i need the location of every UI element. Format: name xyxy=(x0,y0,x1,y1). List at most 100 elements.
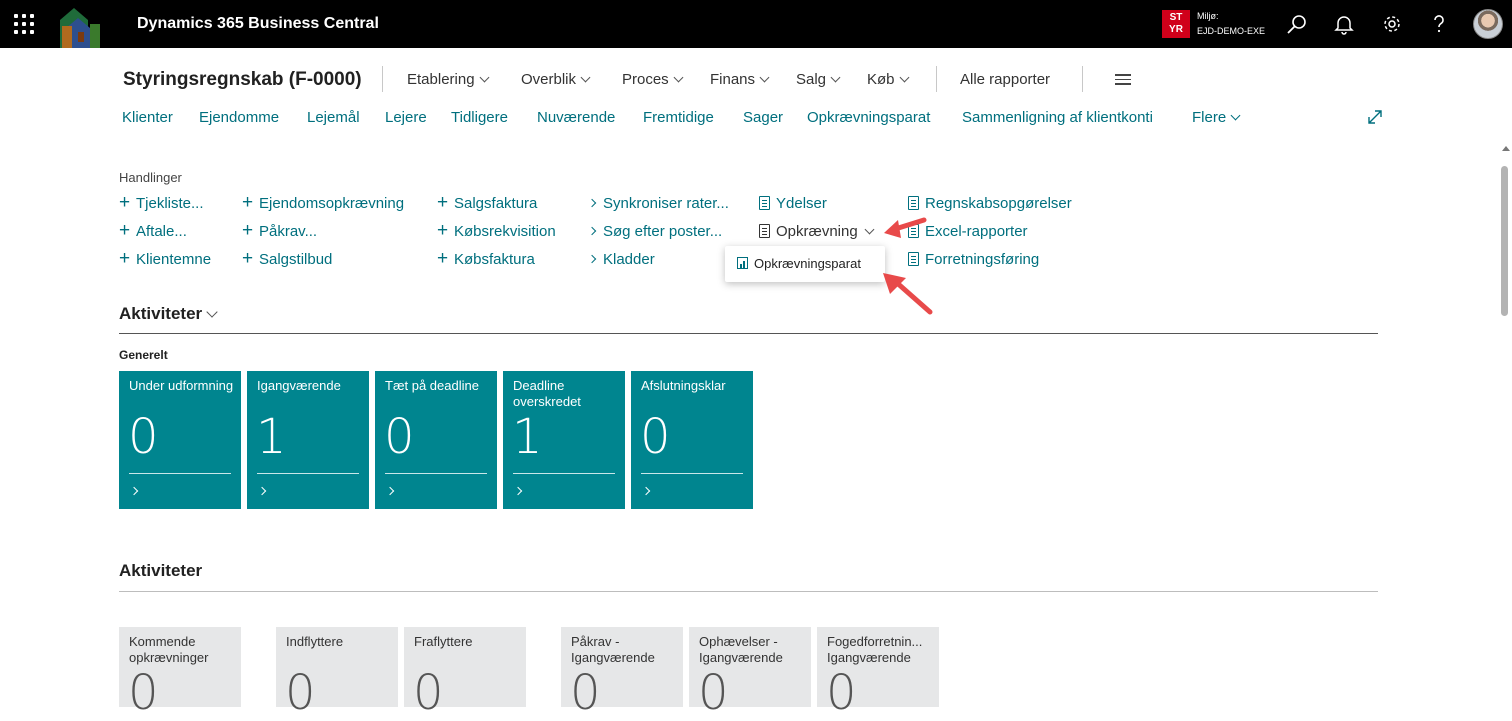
environment-name: EJD-DEMO-EXE xyxy=(1197,26,1266,36)
activities-heading[interactable]: Aktiviteter xyxy=(119,304,218,324)
activities-heading-2: Aktiviteter xyxy=(119,561,203,580)
action-forretningsfoering[interactable]: Forretningsføring xyxy=(908,251,1039,268)
cue-fogedforretninger-igangvaerende[interactable]: Fogedforretnin... Igangværende 0 xyxy=(817,627,939,721)
cue-value: 0 xyxy=(640,409,671,465)
dropdown-item-opkraevningsparat[interactable]: Opkrævningsparat xyxy=(737,256,861,271)
cue-igangvaerende[interactable]: Igangværende 1 xyxy=(247,371,369,509)
cue-title: Påkrav - Igangværende xyxy=(571,634,655,665)
menu-koeb[interactable]: Køb xyxy=(867,71,909,88)
environment-badge[interactable]: ST YR xyxy=(1162,10,1190,38)
cue-under-udformning[interactable]: Under udformning 0 xyxy=(119,371,241,509)
menu-all-reports[interactable]: Alle rapporter xyxy=(960,71,1050,88)
cue-title: Fraflyttere xyxy=(414,634,473,649)
action-soeg-efter-poster[interactable]: Søg efter poster... xyxy=(586,223,722,240)
hamburger-menu-icon[interactable] xyxy=(1115,74,1131,85)
gear-icon[interactable] xyxy=(1380,12,1404,36)
nav-link-lejemaal[interactable]: Lejemål xyxy=(307,109,360,126)
scroll-up-icon[interactable] xyxy=(1502,146,1510,151)
cue-taet-paa-deadline[interactable]: Tæt på deadline 0 xyxy=(375,371,497,509)
role-center-page: Styringsregnskab (F-0000) Etablering Ove… xyxy=(0,48,1512,721)
nav-link-sammenligning[interactable]: Sammenligning af klientkonti xyxy=(962,109,1153,126)
action-salgstilbud[interactable]: + Salgstilbud xyxy=(242,249,332,268)
cue-indflyttere[interactable]: Indflyttere 0 xyxy=(276,627,398,721)
cue-value: 0 xyxy=(826,665,857,721)
cue-value: 0 xyxy=(698,665,729,721)
cue-title: Afslutningsklar xyxy=(641,378,726,393)
chevron-right-icon xyxy=(513,486,523,496)
action-koebsfaktura[interactable]: + Købsfaktura xyxy=(437,249,535,268)
action-paakrav[interactable]: + Påkrav... xyxy=(242,221,317,240)
chevron-right-icon xyxy=(385,486,395,496)
cue-value: 1 xyxy=(512,409,543,465)
cue-title: Under udformning xyxy=(129,378,234,393)
nav-link-opkraevningsparat[interactable]: Opkrævningsparat xyxy=(807,109,930,126)
bell-icon[interactable] xyxy=(1332,12,1356,36)
nav-link-ejendomme[interactable]: Ejendomme xyxy=(199,109,279,126)
action-salgsfaktura[interactable]: + Salgsfaktura xyxy=(437,193,537,212)
cue-title: Tæt på deadline xyxy=(385,378,479,393)
report-icon xyxy=(737,257,748,269)
action-ejendomsopkraevning[interactable]: + Ejendomsopkrævning xyxy=(242,193,404,212)
cue-title: Igangværende xyxy=(257,378,341,393)
help-icon[interactable] xyxy=(1427,12,1451,36)
action-opkraevning-menu[interactable]: Opkrævning xyxy=(759,223,875,240)
action-excel-rapporter[interactable]: Excel-rapporter xyxy=(908,223,1028,240)
action-regnskabsopgoerelser[interactable]: Regnskabsopgørelser xyxy=(908,195,1072,212)
cue-value: 0 xyxy=(285,665,316,721)
menu-proces[interactable]: Proces xyxy=(622,71,684,88)
action-klientemne[interactable]: + Klientemne xyxy=(119,249,211,268)
action-aftale[interactable]: + Aftale... xyxy=(119,221,187,240)
cue-value: 0 xyxy=(570,665,601,721)
menu-etablering[interactable]: Etablering xyxy=(407,71,489,88)
cue-kommende-opkraevninger[interactable]: Kommende opkrævninger 0 xyxy=(119,627,241,721)
actions-section-label: Handlinger xyxy=(119,170,182,185)
cue-fraflyttere[interactable]: Fraflyttere 0 xyxy=(404,627,526,721)
section-divider xyxy=(119,333,1378,334)
company-logo xyxy=(60,8,100,48)
nav-link-tidligere[interactable]: Tidligere xyxy=(451,109,508,126)
nav-link-fremtidige[interactable]: Fremtidige xyxy=(643,109,714,126)
menu-salg[interactable]: Salg xyxy=(796,71,841,88)
cue-deadline-overskredet[interactable]: Deadline overskredet 1 xyxy=(503,371,625,509)
divider xyxy=(1082,66,1083,92)
divider xyxy=(382,66,383,92)
cue-group-label: Generelt xyxy=(119,348,168,362)
action-kladder[interactable]: Kladder xyxy=(586,251,655,268)
chevron-right-icon xyxy=(129,486,139,496)
action-ydelser[interactable]: Ydelser xyxy=(759,195,827,212)
environment-label: Miljø: xyxy=(1197,11,1219,21)
cue-paakrav-igangvaerende[interactable]: Påkrav - Igangværende 0 xyxy=(561,627,683,721)
nav-link-klienter[interactable]: Klienter xyxy=(122,109,173,126)
chevron-right-icon xyxy=(257,486,267,496)
divider xyxy=(936,66,937,92)
cue-title: Kommende opkrævninger xyxy=(129,634,209,665)
action-tjekliste[interactable]: + Tjekliste... xyxy=(119,193,204,212)
nav-link-nuvaerende[interactable]: Nuværende xyxy=(537,109,615,126)
cue-value: 0 xyxy=(128,665,159,721)
search-icon[interactable] xyxy=(1285,12,1309,36)
action-synkroniser-rater[interactable]: Synkroniser rater... xyxy=(586,195,729,212)
cue-value: 0 xyxy=(413,665,444,721)
cue-title: Fogedforretnin... Igangværende xyxy=(827,634,923,665)
top-bar: Dynamics 365 Business Central ST YR Miljø… xyxy=(0,0,1512,48)
cue-title: Deadline overskredet xyxy=(513,378,581,409)
nav-link-sager[interactable]: Sager xyxy=(743,109,783,126)
app-title[interactable]: Dynamics 365 Business Central xyxy=(137,15,379,33)
page-title: Styringsregnskab (F-0000) xyxy=(123,69,362,90)
cue-title: Ophævelser - Igangværende xyxy=(699,634,783,665)
scroll-thumb[interactable] xyxy=(1501,166,1508,316)
waffle-icon[interactable] xyxy=(14,14,34,34)
expand-icon[interactable] xyxy=(1366,108,1384,126)
nav-link-lejere[interactable]: Lejere xyxy=(385,109,427,126)
action-koebsrekvisition[interactable]: + Købsrekvisition xyxy=(437,221,556,240)
annotation-arrow-icon xyxy=(883,273,933,315)
menu-finans[interactable]: Finans xyxy=(710,71,770,88)
cue-ophaevelser-igangvaerende[interactable]: Ophævelser - Igangværende 0 xyxy=(689,627,811,721)
nav-link-flere[interactable]: Flere xyxy=(1192,109,1241,126)
menu-overblik[interactable]: Overblik xyxy=(521,71,591,88)
vertical-scrollbar[interactable] xyxy=(1498,144,1512,700)
avatar[interactable] xyxy=(1473,9,1503,39)
cue-title: Indflyttere xyxy=(286,634,344,649)
chevron-right-icon xyxy=(641,486,651,496)
cue-afslutningsklar[interactable]: Afslutningsklar 0 xyxy=(631,371,753,509)
